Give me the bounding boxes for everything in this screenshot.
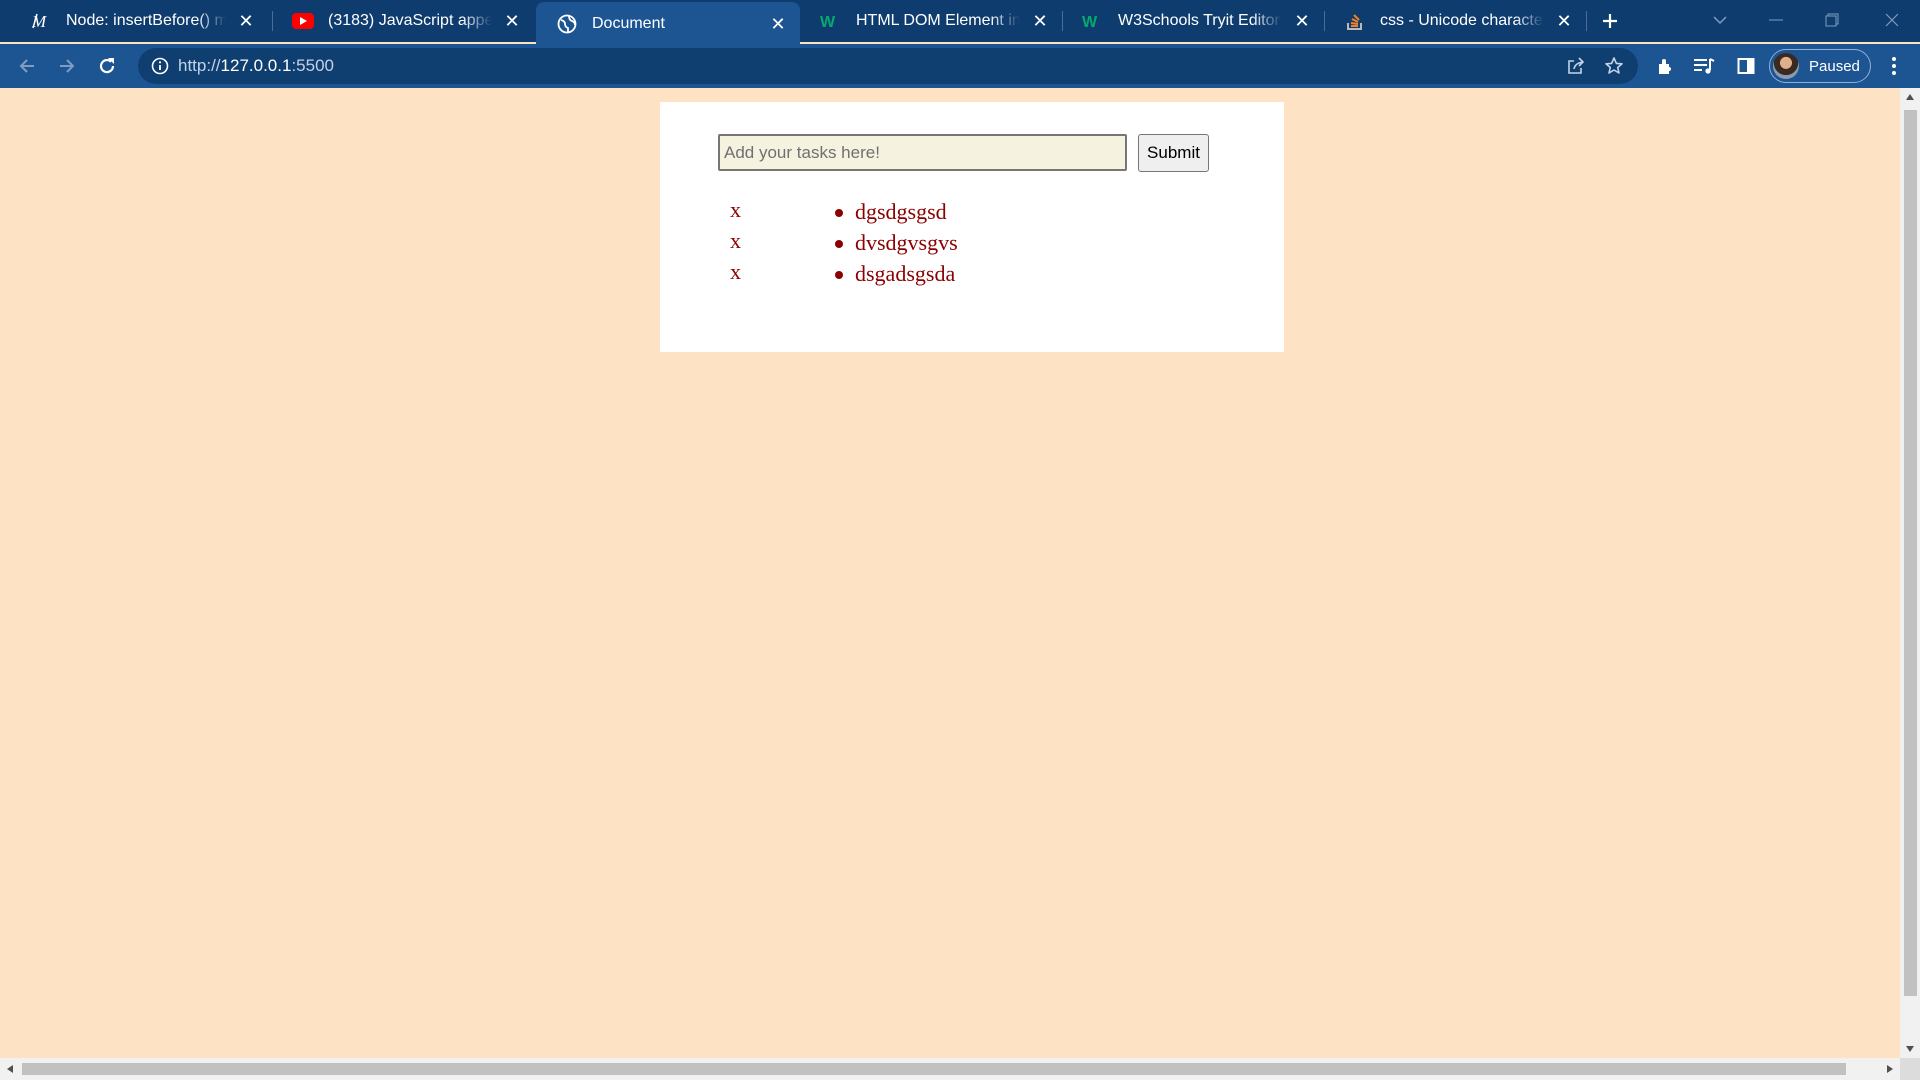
more-vertical-icon xyxy=(1892,57,1896,75)
side-panel-icon[interactable] xyxy=(1732,52,1760,80)
reload-button[interactable] xyxy=(91,50,123,82)
bookmark-star-icon[interactable] xyxy=(1600,52,1628,80)
close-icon[interactable]: ✕ xyxy=(234,9,258,33)
tab-search-button[interactable] xyxy=(1692,0,1748,40)
media-control-icon[interactable] xyxy=(1690,52,1718,80)
profile-status: Paused xyxy=(1809,57,1860,75)
task-text: dsgadsgsda xyxy=(855,261,956,286)
w3schools-icon: W xyxy=(820,10,842,32)
reload-icon xyxy=(99,58,115,74)
close-icon[interactable]: ✕ xyxy=(766,12,790,36)
task-list: x dgsdgsgsd x dvsdgvsgvs x dsgadsgsda xyxy=(660,197,1284,293)
scroll-left-arrow-icon[interactable] xyxy=(0,1058,20,1080)
profile-button[interactable]: Paused xyxy=(1769,49,1871,83)
chevron-down-icon xyxy=(1713,16,1727,25)
close-icon[interactable]: ✕ xyxy=(1028,9,1052,33)
delete-task-button[interactable]: x xyxy=(730,228,741,254)
tab-title: HTML DOM Element insertBefore xyxy=(856,12,1020,29)
avatar xyxy=(1773,53,1799,79)
plus-icon xyxy=(1603,14,1617,28)
tab-title: Node: insertBefore() method - Web APIs |… xyxy=(66,12,226,29)
scroll-up-arrow-icon[interactable] xyxy=(1900,88,1920,106)
tab-youtube-appendchild[interactable]: (3183) JavaScript appendChild ✕ xyxy=(272,0,534,42)
page-viewport: Submit x dgsdgsgsd x dvsdgvsgvs x dsgads… xyxy=(0,88,1900,1058)
scroll-down-arrow-icon[interactable] xyxy=(1900,1040,1920,1058)
tab-title: Document xyxy=(592,15,665,32)
url-port: :5500 xyxy=(291,56,334,75)
task-text: dvsdgvsgvs xyxy=(855,230,958,255)
new-tab-button[interactable] xyxy=(1596,7,1624,35)
tab-w3schools-tryit[interactable]: W W3Schools Tryit Editor ✕ xyxy=(1062,0,1324,42)
minimize-icon xyxy=(1769,19,1783,21)
address-bar[interactable]: http://127.0.0.1:5500 xyxy=(138,48,1638,84)
url-scheme: http:// xyxy=(178,56,221,75)
arrow-left-icon xyxy=(19,59,34,73)
minimize-button[interactable] xyxy=(1748,0,1804,40)
vertical-scrollbar[interactable] xyxy=(1900,88,1920,1058)
svg-text:W: W xyxy=(1082,14,1098,29)
extensions-icon[interactable] xyxy=(1652,52,1680,80)
tab-stackoverflow-unicode[interactable]: css - Unicode character for ✕ xyxy=(1324,0,1586,42)
horizontal-scroll-thumb[interactable] xyxy=(22,1063,1846,1075)
back-button[interactable] xyxy=(11,50,43,82)
tab-html-dom-insertbefore[interactable]: W HTML DOM Element insertBefore ✕ xyxy=(800,0,1062,42)
list-item: x dsgadsgsda xyxy=(660,259,1284,293)
close-icon[interactable]: ✕ xyxy=(1290,9,1314,33)
horizontal-scrollbar[interactable] xyxy=(0,1058,1900,1080)
youtube-icon xyxy=(292,10,314,32)
svg-text:W: W xyxy=(820,14,836,29)
w3schools-icon: W xyxy=(1082,10,1104,32)
url-host: 127.0.0.1 xyxy=(220,56,292,75)
todo-card: Submit x dgsdgsgsd x dvsdgvsgvs x dsgads… xyxy=(660,102,1284,352)
close-icon[interactable]: ✕ xyxy=(1552,9,1576,33)
restore-button[interactable] xyxy=(1804,0,1860,40)
task-text: dgsdgsgsd xyxy=(855,199,947,224)
delete-task-button[interactable]: x xyxy=(730,259,741,285)
forward-button[interactable] xyxy=(51,50,83,82)
list-item: x dgsdgsgsd xyxy=(660,197,1284,231)
window-close-button[interactable] xyxy=(1864,0,1920,40)
address-url[interactable]: http://127.0.0.1:5500 xyxy=(178,56,334,76)
restore-icon xyxy=(1825,13,1839,27)
tab-document[interactable]: Document ✕ xyxy=(536,2,800,46)
arrow-right-icon xyxy=(60,59,75,73)
submit-button[interactable]: Submit xyxy=(1138,134,1209,172)
globe-icon xyxy=(556,13,578,35)
close-icon[interactable]: ✕ xyxy=(500,9,524,33)
bullet-icon xyxy=(835,240,843,248)
stackoverflow-icon xyxy=(1344,10,1366,32)
scrollbar-corner xyxy=(1900,1058,1920,1080)
close-icon xyxy=(1885,13,1899,27)
delete-task-button[interactable]: x xyxy=(730,197,741,223)
bullet-icon xyxy=(835,271,843,279)
site-info-icon[interactable] xyxy=(148,54,172,78)
share-icon[interactable] xyxy=(1562,52,1590,80)
tab-mdn-insertbefore[interactable]: M Node: insertBefore() method - Web APIs… xyxy=(10,0,268,42)
browser-menu-button[interactable] xyxy=(1880,52,1908,80)
tab-title: (3183) JavaScript appendChild xyxy=(328,12,492,29)
mdn-icon: M xyxy=(30,10,52,32)
browser-toolbar: http://127.0.0.1:5500 Paused xyxy=(0,44,1920,88)
task-input[interactable] xyxy=(718,134,1127,171)
bullet-icon xyxy=(835,209,843,217)
browser-tab-strip: M Node: insertBefore() method - Web APIs… xyxy=(0,0,1920,46)
tab-title: W3Schools Tryit Editor xyxy=(1118,12,1280,29)
scroll-right-arrow-icon[interactable] xyxy=(1880,1058,1900,1080)
tab-separator xyxy=(1586,11,1587,31)
vertical-scroll-thumb[interactable] xyxy=(1904,110,1917,996)
list-item: x dvsdgvsgvs xyxy=(660,228,1284,262)
tab-title: css - Unicode character for xyxy=(1380,12,1544,29)
